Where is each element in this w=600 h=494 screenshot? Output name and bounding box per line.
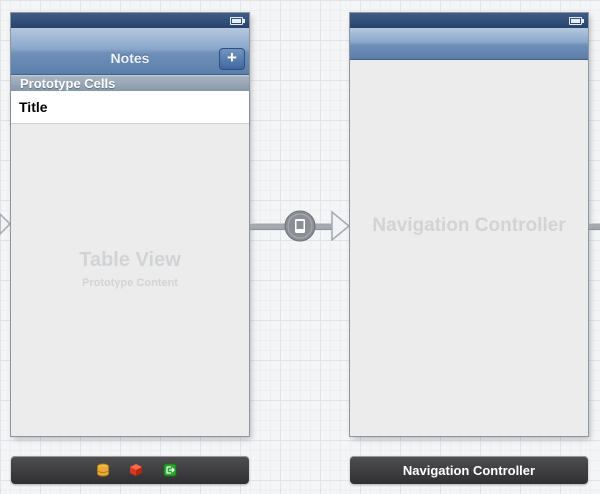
exit-icon[interactable] bbox=[163, 463, 177, 477]
first-responder-icon[interactable] bbox=[96, 463, 110, 477]
table-view-controller-scene[interactable]: Notes + Prototype Cells Title Table View… bbox=[11, 13, 249, 436]
navigation-controller-scene[interactable]: Navigation Controller bbox=[350, 13, 588, 436]
scene-dock bbox=[11, 456, 249, 484]
table-view[interactable]: Table View Prototype Content bbox=[11, 124, 249, 436]
table-view-placeholder-subtitle: Prototype Content bbox=[82, 277, 178, 289]
navigation-bar[interactable] bbox=[350, 28, 588, 60]
cell-title: Title bbox=[19, 99, 48, 115]
object-cube-icon[interactable] bbox=[129, 463, 143, 477]
status-bar bbox=[350, 13, 588, 28]
segue-arrowhead bbox=[331, 211, 351, 241]
section-header: Prototype Cells bbox=[11, 75, 249, 91]
table-view-placeholder-title: Table View bbox=[79, 249, 181, 271]
outgoing-segue-line bbox=[589, 223, 600, 230]
prototype-cell[interactable]: Title bbox=[11, 91, 249, 124]
segue-icon[interactable] bbox=[283, 209, 317, 243]
navigation-controller-placeholder: Navigation Controller bbox=[372, 215, 566, 236]
scene-title-bar[interactable]: Navigation Controller bbox=[350, 456, 588, 484]
scene-title: Navigation Controller bbox=[402, 463, 536, 478]
status-bar bbox=[11, 13, 249, 28]
nav-title: Notes bbox=[110, 50, 150, 66]
navigation-bar[interactable]: Notes + bbox=[11, 28, 249, 75]
battery-icon bbox=[569, 17, 584, 25]
add-button[interactable]: + bbox=[219, 48, 245, 70]
battery-icon bbox=[230, 17, 245, 25]
